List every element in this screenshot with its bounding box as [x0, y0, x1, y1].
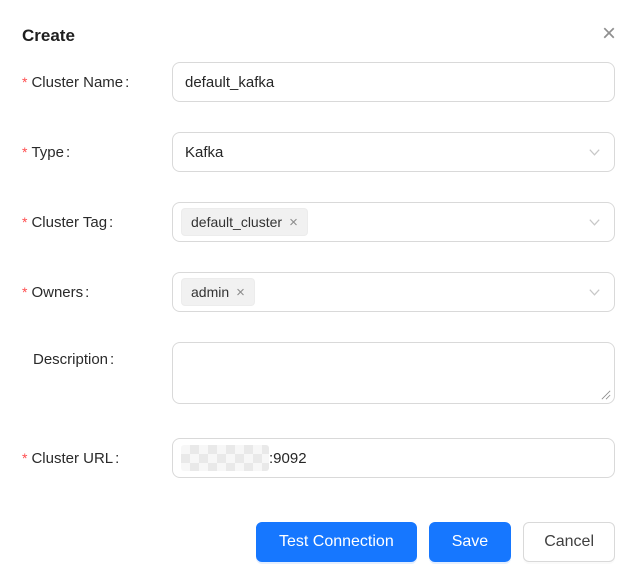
cluster-url-label: *Cluster URL: [22, 450, 172, 467]
owners-select[interactable]: admin × [172, 272, 615, 312]
owners-label-text: Owners [31, 284, 83, 301]
cluster-name-control [172, 62, 615, 102]
tag-remove-icon[interactable]: × [289, 215, 298, 230]
dialog-title: Create [22, 26, 615, 46]
cluster-tag-label-text: Cluster Tag [31, 214, 107, 231]
label-colon: : [110, 351, 114, 368]
cluster-tag-select[interactable]: default_cluster × [172, 202, 615, 242]
label-colon: : [125, 74, 129, 91]
required-asterisk: * [22, 284, 27, 300]
dialog-footer: Test Connection Save Cancel [22, 522, 615, 562]
description-label-text: Description [33, 351, 108, 368]
form-row-cluster-url: *Cluster URL: :9092 [22, 438, 615, 478]
chevron-down-icon[interactable] [587, 215, 602, 230]
cluster-url-input[interactable]: :9092 [172, 438, 615, 478]
type-select-value: Kafka [185, 144, 223, 161]
cluster-tag-control: default_cluster × [172, 202, 615, 242]
type-select[interactable]: Kafka [172, 132, 615, 172]
tag-remove-icon[interactable]: × [236, 285, 245, 300]
chevron-down-icon[interactable] [587, 285, 602, 300]
cluster-url-port: :9092 [269, 450, 307, 467]
tag-chip: admin × [181, 278, 255, 306]
description-label: Description: [22, 342, 172, 368]
resize-handle-icon[interactable] [601, 390, 611, 400]
cluster-name-label: *Cluster Name: [22, 74, 172, 91]
owners-control: admin × [172, 272, 615, 312]
description-textarea[interactable] [172, 342, 615, 404]
label-colon: : [115, 450, 119, 467]
required-asterisk: * [22, 144, 27, 160]
tag-chip-text: admin [191, 284, 229, 300]
type-control: Kafka [172, 132, 615, 172]
form-row-cluster-tag: *Cluster Tag: default_cluster × [22, 202, 615, 242]
cluster-tag-label: *Cluster Tag: [22, 214, 172, 231]
form-row-type: *Type: Kafka [22, 132, 615, 172]
required-asterisk: * [22, 214, 27, 230]
redacted-host-value [181, 445, 269, 471]
tag-chip: default_cluster × [181, 208, 308, 236]
required-asterisk: * [22, 74, 27, 90]
cluster-name-input[interactable] [172, 62, 615, 102]
save-button[interactable]: Save [429, 522, 511, 562]
cancel-button[interactable]: Cancel [523, 522, 615, 562]
form-row-description: Description: [22, 342, 615, 404]
label-colon: : [66, 144, 70, 161]
description-control [172, 342, 615, 404]
create-dialog: Create × *Cluster Name: *Type: Kafka [0, 0, 642, 584]
label-colon: : [85, 284, 89, 301]
type-label: *Type: [22, 144, 172, 161]
cluster-url-control: :9092 [172, 438, 615, 478]
chevron-down-icon[interactable] [587, 145, 602, 160]
type-label-text: Type [31, 144, 64, 161]
cluster-url-label-text: Cluster URL [31, 450, 113, 467]
cluster-name-label-text: Cluster Name [31, 74, 123, 91]
form-row-owners: *Owners: admin × [22, 272, 615, 312]
form-row-cluster-name: *Cluster Name: [22, 62, 615, 102]
create-form: *Cluster Name: *Type: Kafka *Clust [22, 62, 615, 478]
close-icon: × [602, 20, 616, 47]
close-button[interactable]: × [600, 20, 618, 48]
tag-chip-text: default_cluster [191, 214, 282, 230]
label-colon: : [109, 214, 113, 231]
test-connection-button[interactable]: Test Connection [256, 522, 417, 562]
required-asterisk: * [22, 450, 27, 466]
owners-label: *Owners: [22, 284, 172, 301]
dialog-header: Create × [22, 26, 615, 46]
